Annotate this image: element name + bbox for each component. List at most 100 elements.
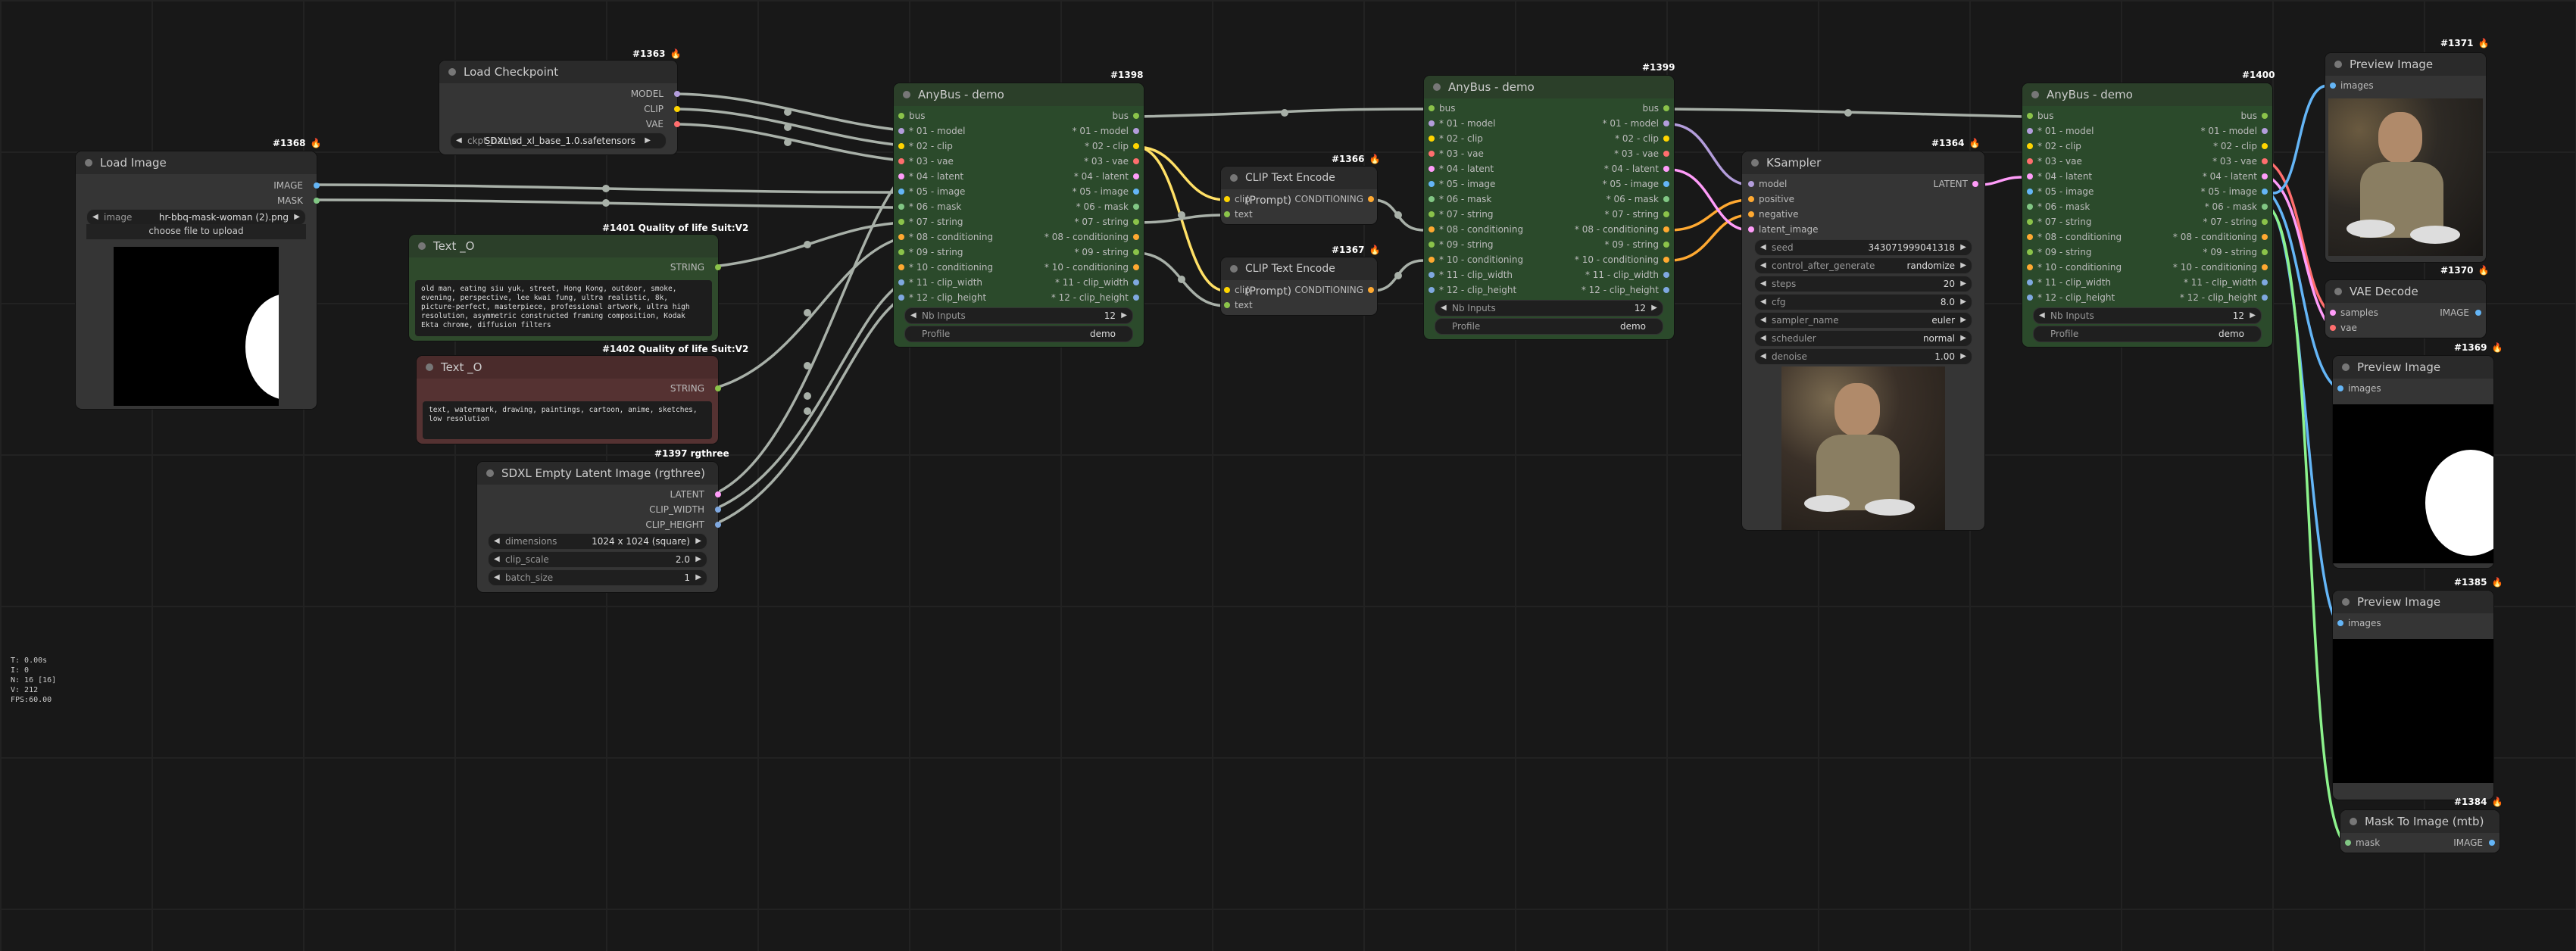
output-slot-dot[interactable] [1663,151,1669,157]
input-slot[interactable]: * 08 - conditioning [909,230,993,244]
output-clip-width[interactable]: CLIP_WIDTH [649,503,704,516]
output-slot[interactable]: * 05 - image [1073,185,1129,198]
output-slot-dot[interactable] [1133,234,1139,240]
output-slot-dot[interactable] [2262,143,2268,149]
output-clip[interactable]: CLIP [644,102,664,116]
output-slot-dot[interactable] [1663,226,1669,232]
input-slot[interactable]: * 12 - clip_height [2037,291,2115,304]
profile-field[interactable]: Profile demo [904,326,1133,342]
output-slot-dot[interactable] [2262,204,2268,210]
input-positive-dot[interactable] [1748,196,1754,202]
input-slot-dot[interactable] [898,219,904,225]
output-model-dot[interactable] [674,91,680,97]
input-slot[interactable]: * 02 - clip [2037,139,2081,153]
nb-inputs-number[interactable]: ◀ Nb Inputs 12 ▶ [904,307,1133,324]
anybus-node-1400[interactable]: AnyBus - demo bus bus * 01 - model * 01 - m… [2022,83,2272,347]
output-slot[interactable]: * 01 - model [2201,124,2257,138]
input-latent-image[interactable]: latent_image [1759,223,1818,236]
nb-inputs-number[interactable]: ◀ Nb Inputs 12 ▶ [2033,307,2262,324]
input-slot[interactable]: * 04 - latent [2037,170,2092,183]
output-slot-dot[interactable] [1133,264,1139,270]
input-slot-dot[interactable] [1429,166,1435,172]
output-slot[interactable]: * 07 - string [1605,207,1660,221]
output-image-dot[interactable] [314,182,320,189]
input-text-dot[interactable] [1224,302,1230,308]
output-slot[interactable]: bus [1643,101,1659,115]
input-text-dot[interactable] [1224,211,1230,217]
prompt-textarea[interactable]: text, watermark, drawing, paintings, car… [423,401,712,439]
input-slot[interactable]: * 10 - conditioning [909,260,993,274]
node-title[interactable]: AnyBus - demo [2022,83,2272,106]
output-slot[interactable]: * 06 - mask [1076,200,1129,214]
batch-size-number[interactable]: ◀ batch_size 1 ▶ [488,569,707,586]
input-slot[interactable]: * 03 - vae [1439,147,1484,161]
output-image[interactable]: IMAGE [2453,836,2483,850]
output-slot[interactable]: * 01 - model [1073,124,1129,138]
output-slot[interactable]: * 09 - string [2203,245,2258,259]
output-slot-dot[interactable] [1133,173,1139,179]
input-slot[interactable]: bus [1439,101,1455,115]
input-slot-dot[interactable] [2027,128,2033,134]
output-slot-dot[interactable] [1663,272,1669,278]
node-title[interactable]: SDXL Empty Latent Image (rgthree) [477,462,718,485]
node-title[interactable]: Mask To Image (mtb) [2340,810,2500,833]
output-slot[interactable]: * 12 - clip_height [1051,291,1129,304]
input-slot-dot[interactable] [1429,181,1435,187]
clip-text-encode-1367[interactable]: CLIP Text Encode (Prompt) clip text COND… [1221,257,1377,315]
node-title[interactable]: Preview Image [2325,53,2486,76]
output-model[interactable]: MODEL [631,87,664,101]
input-clip-dot[interactable] [1224,287,1230,293]
input-slot[interactable]: * 06 - mask [1439,192,1491,206]
input-slot[interactable]: * 06 - mask [909,200,961,214]
input-slot-dot[interactable] [1429,272,1435,278]
input-slot-dot[interactable] [2027,279,2033,285]
input-slot-dot[interactable] [898,189,904,195]
input-slot-dot[interactable] [898,279,904,285]
image-select[interactable]: ◀ image hr-bbq-mask-woman (2).png ▶ [86,209,306,226]
input-slot-dot[interactable] [898,234,904,240]
output-mask-dot[interactable] [314,198,320,204]
denoise-number[interactable]: ◀ denoise 1.00 ▶ [1754,348,1972,365]
input-slot[interactable]: * 11 - clip_width [2037,276,2111,289]
output-string-dot[interactable] [715,264,721,270]
output-slot-dot[interactable] [1133,128,1139,134]
node-title[interactable]: Preview Image [2333,591,2493,613]
output-slot-dot[interactable] [1663,287,1669,293]
input-clip[interactable]: clip [1235,192,1251,206]
output-slot[interactable]: * 11 - clip_width [2184,276,2257,289]
output-slot[interactable]: * 02 - clip [2213,139,2257,153]
input-samples[interactable]: samples [2340,306,2378,320]
input-slot-dot[interactable] [1429,226,1435,232]
input-slot[interactable]: * 07 - string [909,215,963,229]
output-slot-dot[interactable] [2262,279,2268,285]
input-slot[interactable]: * 04 - latent [1439,162,1494,176]
input-slot-dot[interactable] [1429,105,1435,111]
arrow-right-icon[interactable]: ▶ [294,210,300,225]
output-slot[interactable]: * 03 - vae [1614,147,1659,161]
input-slot-dot[interactable] [2027,113,2033,119]
output-slot-dot[interactable] [1663,196,1669,202]
input-slot[interactable]: * 10 - conditioning [1439,253,1523,267]
output-slot-dot[interactable] [1133,204,1139,210]
vae-decode-node[interactable]: VAE Decode samples vae IMAGE [2325,280,2486,338]
output-slot[interactable]: * 10 - conditioning [2173,260,2257,274]
upload-button[interactable]: choose file to upload [86,224,306,239]
output-slot[interactable]: * 07 - string [1075,215,1129,229]
output-slot[interactable]: * 04 - latent [1074,170,1129,183]
input-clip-dot[interactable] [1224,196,1230,202]
output-slot-dot[interactable] [2262,158,2268,164]
input-slot-dot[interactable] [898,264,904,270]
clip-text-encode-1366[interactable]: CLIP Text Encode (Prompt) clip text COND… [1221,167,1377,224]
dimensions-select[interactable]: ◀ dimensions 1024 x 1024 (square) ▶ [488,533,707,550]
output-slot-dot[interactable] [1133,219,1139,225]
node-title[interactable]: Text _O [417,356,718,379]
input-slot[interactable]: * 01 - model [909,124,965,138]
input-slot[interactable]: bus [909,109,925,123]
input-latent-dot[interactable] [1748,226,1754,232]
input-slot[interactable]: * 11 - clip_width [1439,268,1513,282]
input-slot-dot[interactable] [2027,249,2033,255]
output-slot[interactable]: * 08 - conditioning [2173,230,2257,244]
output-slot-dot[interactable] [2262,219,2268,225]
input-negative[interactable]: negative [1759,207,1798,221]
output-slot-dot[interactable] [2262,113,2268,119]
